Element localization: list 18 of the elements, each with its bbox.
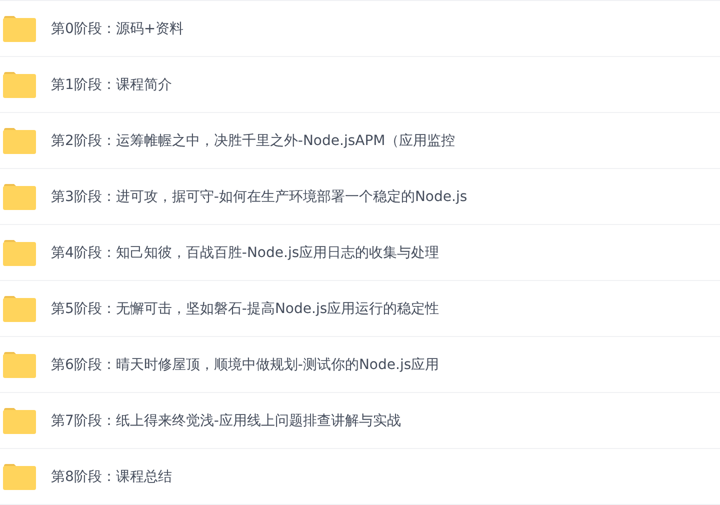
folder-name[interactable]: 第4阶段：知己知彼，百战百胜-Node.js应用日志的收集与处理	[51, 244, 440, 262]
folder-name[interactable]: 第0阶段：源码+资料	[51, 20, 184, 38]
folder-name[interactable]: 第7阶段：纸上得来终觉浅-应用线上问题排查讲解与实战	[51, 412, 401, 430]
folder-name[interactable]: 第3阶段：进可攻，据可守-如何在生产环境部署一个稳定的Node.js	[51, 188, 468, 206]
folder-icon	[3, 15, 36, 42]
folder-name[interactable]: 第8阶段：课程总结	[51, 468, 172, 486]
folder-name[interactable]: 第1阶段：课程简介	[51, 76, 172, 94]
folder-icon	[3, 463, 36, 490]
folder-name[interactable]: 第5阶段：无懈可击，坚如磐石-提高Node.js应用运行的稳定性	[51, 300, 440, 318]
folder-name[interactable]: 第2阶段：运筹帷幄之中，决胜千里之外-Node.jsAPM（应用监控	[51, 132, 456, 150]
folder-icon	[3, 71, 36, 98]
folder-name[interactable]: 第6阶段：晴天时修屋顶，顺境中做规划-测试你的Node.js应用	[51, 356, 440, 374]
folder-icon	[3, 351, 36, 378]
folder-icon	[3, 295, 36, 322]
folder-icon	[3, 239, 36, 266]
folder-icon	[3, 127, 36, 154]
folder-icon	[3, 183, 36, 210]
folder-icon	[3, 407, 36, 434]
